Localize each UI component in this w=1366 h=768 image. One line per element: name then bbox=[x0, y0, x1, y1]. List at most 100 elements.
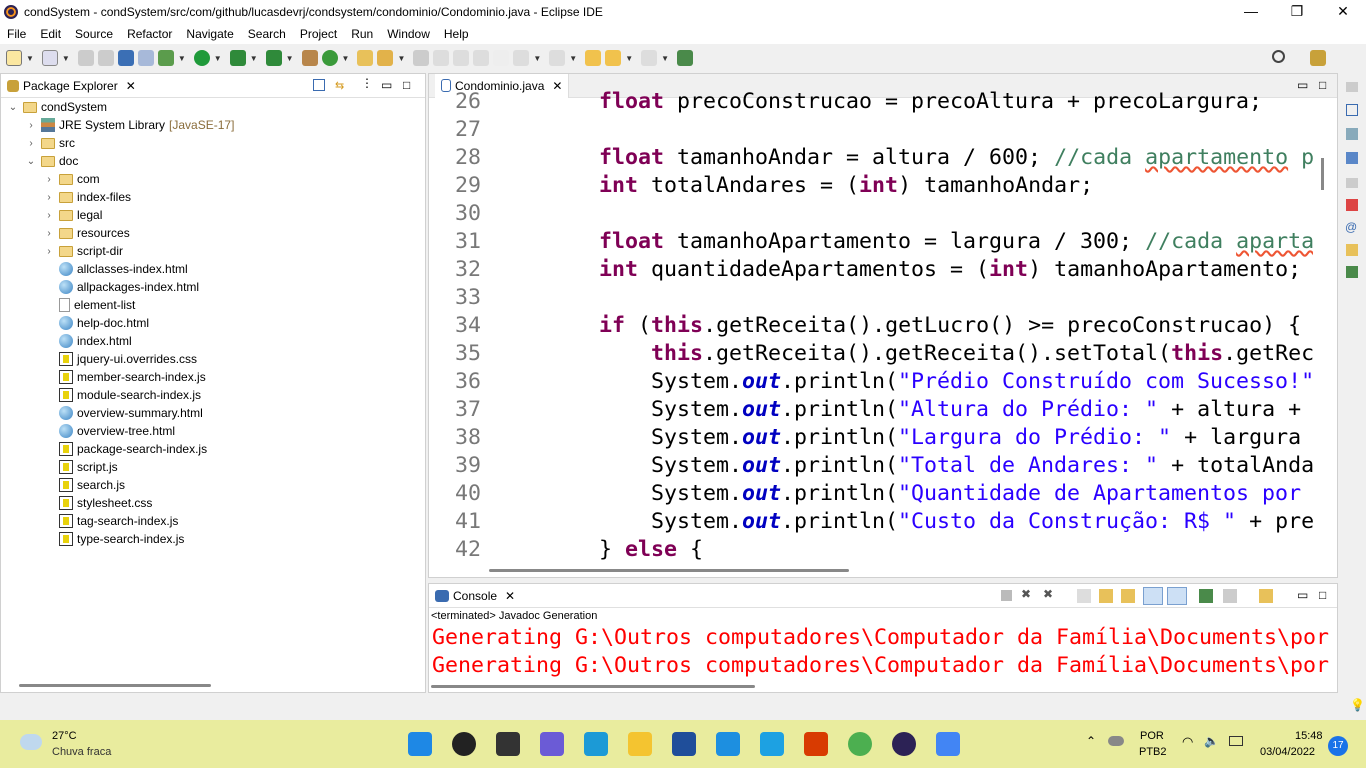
menu-help[interactable]: Help bbox=[437, 27, 476, 41]
menu-project[interactable]: Project bbox=[293, 27, 344, 41]
horizontal-scrollbar[interactable] bbox=[19, 684, 211, 687]
outline-icon[interactable] bbox=[1346, 128, 1358, 140]
menu-source[interactable]: Source bbox=[68, 27, 120, 41]
weather-description[interactable]: Chuva fraca bbox=[52, 746, 111, 758]
dropdown-icon[interactable]: ▼ bbox=[397, 54, 405, 63]
new-class-icon[interactable] bbox=[321, 50, 338, 66]
keyboard-layout[interactable]: PTB2 bbox=[1139, 746, 1167, 758]
app-l-icon[interactable] bbox=[760, 732, 784, 756]
tree-item[interactable]: › script-dir bbox=[43, 242, 123, 260]
chevron-right-icon[interactable]: › bbox=[43, 246, 55, 257]
task-list-icon[interactable] bbox=[1346, 104, 1358, 116]
terminate-icon[interactable] bbox=[1001, 590, 1012, 601]
file-explorer-icon[interactable] bbox=[628, 732, 652, 756]
maximize-view-icon[interactable]: □ bbox=[1319, 588, 1326, 602]
edge-icon[interactable] bbox=[584, 732, 608, 756]
weather-temperature[interactable]: 27°C bbox=[52, 730, 77, 742]
javadoc-icon[interactable]: @ bbox=[1345, 220, 1357, 234]
toggle-annotation-icon[interactable] bbox=[413, 50, 430, 66]
console-title[interactable]: Console bbox=[453, 589, 497, 603]
last-edit-icon[interactable] bbox=[585, 50, 602, 66]
new-package-icon[interactable] bbox=[301, 50, 318, 66]
dropdown-icon[interactable]: ▼ bbox=[625, 54, 633, 63]
progress-icon[interactable] bbox=[1346, 266, 1358, 278]
clock-date[interactable]: 03/04/2022 bbox=[1260, 746, 1315, 758]
minimize-button[interactable]: — bbox=[1228, 0, 1274, 24]
chevron-right-icon[interactable]: › bbox=[43, 192, 55, 203]
maximize-view-icon[interactable]: □ bbox=[403, 78, 410, 92]
maximize-view-icon[interactable]: □ bbox=[1319, 78, 1326, 92]
chevron-right-icon[interactable]: › bbox=[43, 228, 55, 239]
vertical-scrollbar[interactable] bbox=[1321, 158, 1324, 190]
remove-all-launches-icon[interactable]: ✖ bbox=[1043, 587, 1053, 601]
task-view-icon[interactable] bbox=[496, 732, 520, 756]
forward-icon[interactable] bbox=[641, 50, 658, 66]
horizontal-scrollbar[interactable] bbox=[489, 569, 849, 572]
teams-chat-icon[interactable] bbox=[540, 732, 564, 756]
chevron-down-icon[interactable]: ⌄ bbox=[25, 156, 37, 167]
link-editor-icon[interactable]: ⇆ bbox=[335, 79, 349, 92]
minimize-view-icon[interactable]: ▭ bbox=[1297, 78, 1308, 92]
previous-annotation-icon[interactable] bbox=[549, 50, 566, 66]
menu-navigate[interactable]: Navigate bbox=[179, 27, 240, 41]
next-annotation-icon[interactable] bbox=[513, 50, 530, 66]
tree-item[interactable]: overview-summary.html bbox=[43, 404, 203, 422]
show-whitespace-icon[interactable] bbox=[473, 50, 490, 66]
run-icon[interactable] bbox=[193, 50, 210, 66]
volume-icon[interactable]: 🔈 bbox=[1204, 734, 1219, 748]
new-type-icon[interactable] bbox=[41, 50, 58, 66]
clock-time[interactable]: 15:48 bbox=[1295, 730, 1323, 742]
tree-item[interactable]: stylesheet.css bbox=[43, 494, 152, 512]
hierarchy-icon[interactable] bbox=[1346, 152, 1358, 164]
tree-item[interactable]: › src bbox=[25, 134, 75, 152]
dropdown-icon[interactable]: ▼ bbox=[178, 54, 186, 63]
horizontal-scrollbar[interactable] bbox=[431, 685, 755, 688]
dropdown-icon[interactable]: ▼ bbox=[26, 54, 34, 63]
battery-icon[interactable] bbox=[1229, 736, 1243, 746]
eclipse-icon[interactable] bbox=[892, 732, 916, 756]
tree-item[interactable]: overview-tree.html bbox=[43, 422, 175, 440]
debug-icon[interactable] bbox=[157, 50, 174, 66]
chevron-right-icon[interactable]: › bbox=[25, 138, 37, 149]
maximize-button[interactable]: ❐ bbox=[1274, 0, 1320, 24]
tree-item[interactable]: › index-files bbox=[43, 188, 131, 206]
save-icon[interactable] bbox=[77, 50, 94, 66]
coverage-icon[interactable] bbox=[229, 50, 246, 66]
terminal-icon[interactable] bbox=[117, 50, 134, 66]
dropdown-icon[interactable]: ▼ bbox=[569, 54, 577, 63]
show-on-stdout-icon[interactable] bbox=[1143, 587, 1163, 605]
chevron-right-icon[interactable]: › bbox=[43, 174, 55, 185]
pilcrow-icon[interactable] bbox=[493, 50, 510, 66]
close-button[interactable]: ✕ bbox=[1320, 0, 1366, 24]
tree-item[interactable]: tag-search-index.js bbox=[43, 512, 178, 530]
search-icon[interactable] bbox=[452, 732, 476, 756]
restore-icon[interactable] bbox=[1346, 178, 1358, 188]
search-tool-icon[interactable] bbox=[377, 50, 394, 66]
tree-item[interactable]: module-search-index.js bbox=[43, 386, 201, 404]
back-icon[interactable] bbox=[605, 50, 622, 66]
mark-occurrences-icon[interactable] bbox=[433, 50, 450, 66]
remove-launch-icon[interactable]: ✖ bbox=[1021, 587, 1031, 601]
tree-item[interactable]: jquery-ui.overrides.css bbox=[43, 350, 197, 368]
weather-icon[interactable] bbox=[20, 734, 42, 750]
tree-item[interactable]: help-doc.html bbox=[43, 314, 149, 332]
tip-lightbulb-icon[interactable]: 💡 bbox=[1350, 698, 1365, 712]
declaration-icon[interactable] bbox=[1346, 244, 1358, 256]
word-wrap-icon[interactable] bbox=[1121, 589, 1135, 603]
chevron-right-icon[interactable]: › bbox=[43, 210, 55, 221]
pin-editor-icon[interactable] bbox=[677, 50, 694, 66]
tree-item[interactable]: › com bbox=[43, 170, 99, 188]
restore-icon[interactable] bbox=[1346, 82, 1358, 92]
tree-item[interactable]: › JRE System Library [JavaSE-17] bbox=[25, 116, 234, 134]
tree-item[interactable]: ⌄ condSystem bbox=[7, 98, 107, 116]
menu-edit[interactable]: Edit bbox=[33, 27, 68, 41]
show-hidden-icons-icon[interactable]: ⌃ bbox=[1086, 734, 1096, 748]
menu-window[interactable]: Window bbox=[380, 27, 437, 41]
store-icon[interactable] bbox=[672, 732, 696, 756]
save-all-icon[interactable] bbox=[97, 50, 114, 66]
language-indicator[interactable]: POR bbox=[1140, 730, 1164, 742]
package-explorer-tab[interactable]: Package Explorer ✕ ⇆ ⋮ ▭ □ bbox=[1, 74, 425, 98]
tree-item[interactable]: type-search-index.js bbox=[43, 530, 184, 548]
menu-run[interactable]: Run bbox=[344, 27, 380, 41]
tree-item[interactable]: allclasses-index.html bbox=[43, 260, 188, 278]
